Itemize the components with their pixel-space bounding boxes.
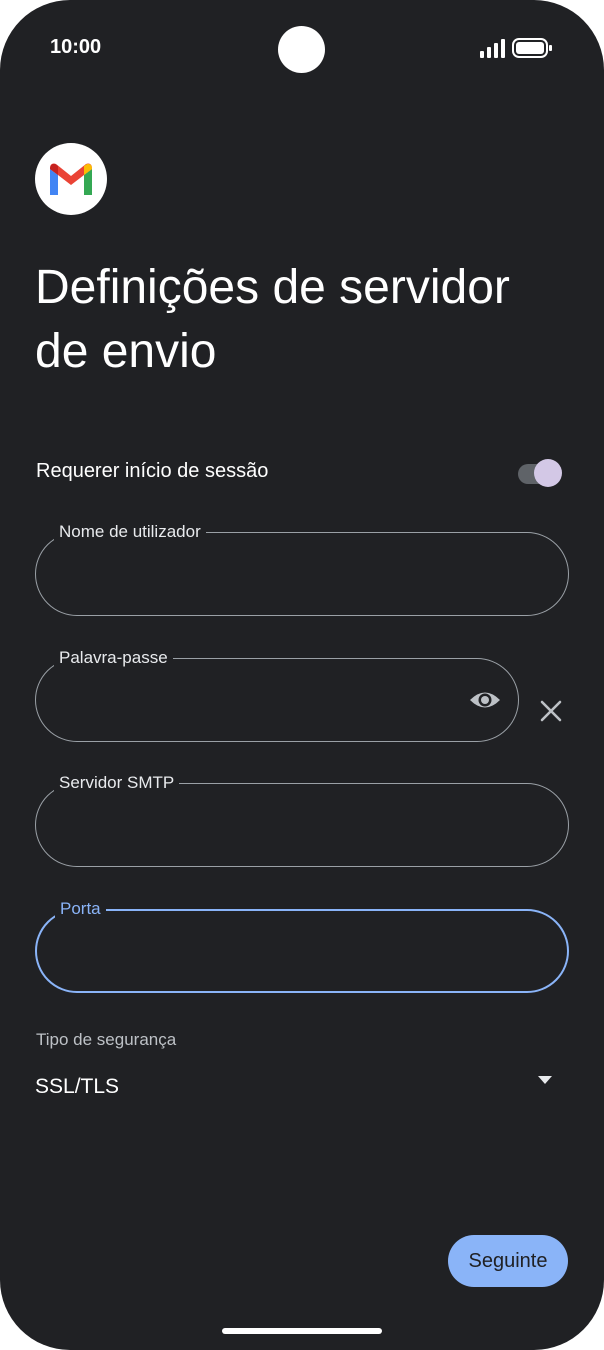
signal-icon: [480, 39, 505, 58]
dropdown-arrow-icon[interactable]: [537, 1075, 553, 1085]
security-type-label: Tipo de segurança: [36, 1030, 177, 1049]
gmail-logo-icon: [35, 143, 107, 215]
close-icon[interactable]: [538, 698, 564, 724]
smtp-server-field-label: Servidor SMTP: [54, 772, 180, 794]
camera-cutout: [278, 26, 325, 73]
require-signin-label: Requerer início de sessão: [36, 460, 269, 482]
require-signin-toggle[interactable]: [516, 459, 564, 487]
status-time: 10:00: [50, 36, 102, 58]
security-type-dropdown[interactable]: SSL/TLS: [35, 1075, 119, 1099]
password-field-label: Palavra-passe: [54, 647, 173, 669]
battery-icon: [512, 38, 552, 58]
toggle-thumb: [534, 459, 562, 487]
password-field[interactable]: Palavra-passe: [35, 647, 519, 742]
next-button[interactable]: Seguinte: [448, 1235, 568, 1287]
home-indicator[interactable]: [222, 1328, 382, 1334]
username-field[interactable]: Nome de utilizador: [35, 521, 569, 616]
port-field[interactable]: Porta: [35, 898, 569, 993]
smtp-server-field[interactable]: Servidor SMTP: [35, 772, 569, 867]
port-field-label: Porta: [55, 898, 106, 920]
page-title: Definições de servidor de envio: [35, 261, 510, 378]
phone-screen: 10:00 Definições de servidor de envio Re…: [0, 0, 604, 1350]
show-password-eye-icon[interactable]: [468, 686, 502, 714]
username-field-label: Nome de utilizador: [54, 521, 206, 543]
